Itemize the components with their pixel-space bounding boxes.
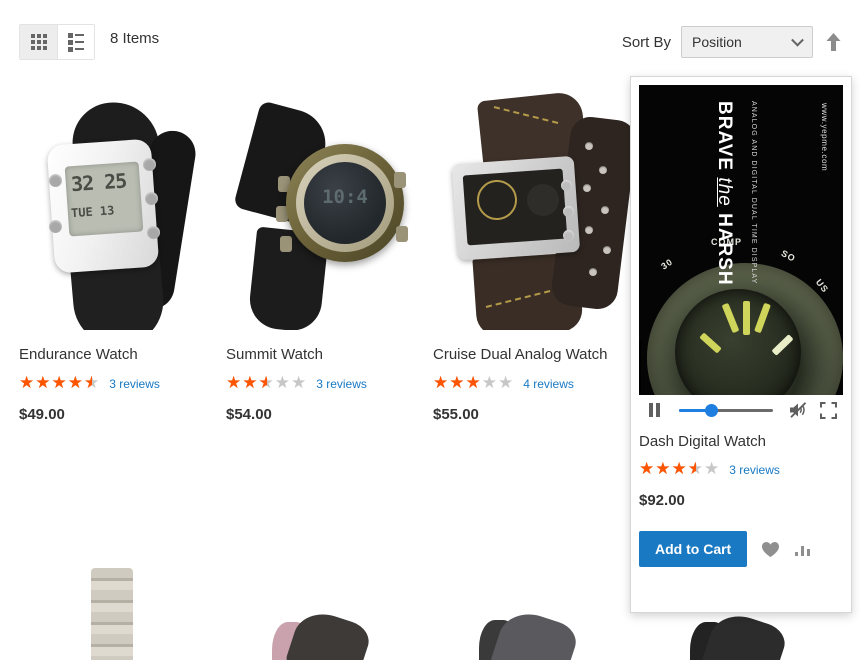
gray-band-art-2	[489, 605, 581, 660]
video-poster: 30 COMP SO US BRAVE the HARSH ANALOG AND…	[639, 85, 843, 395]
sort-direction-button[interactable]	[823, 30, 843, 54]
product-hover-popup: 30 COMP SO US BRAVE the HARSH ANALOG AND…	[630, 76, 852, 613]
chevron-down-icon	[791, 33, 804, 47]
product-name[interactable]: Endurance Watch	[19, 346, 222, 364]
product-image[interactable]	[226, 540, 429, 660]
summit-watch-art: 10:4	[226, 80, 429, 330]
product-name[interactable]: Dash Digital Watch	[639, 433, 843, 450]
endurance-watch-art: 32 25 TUE 13	[19, 80, 222, 330]
add-to-compare-button[interactable]	[794, 541, 812, 557]
product-price: $49.00	[19, 406, 65, 423]
popup-product-details: Dash Digital Watch ★★★★★ ★★★★★ 3 reviews…	[639, 433, 843, 567]
pause-icon	[648, 403, 660, 417]
star-rating: ★★★★★ ★★★★★	[19, 373, 101, 393]
product-name[interactable]: Cruise Dual Analog Watch	[433, 346, 636, 364]
product-listing-page: 8 Items Sort By Position 32 25 TUE 13 En…	[0, 0, 861, 660]
cruise-watch-art	[433, 80, 636, 330]
product-video[interactable]: 30 COMP SO US BRAVE the HARSH ANALOG AND…	[639, 85, 843, 395]
compare-bars-icon	[795, 546, 811, 556]
product-item[interactable]: 10:4 Summit Watch ★★★★★ ★★★★★ 3 reviews …	[226, 80, 429, 423]
fullscreen-icon	[819, 401, 837, 419]
product-item[interactable]	[19, 540, 222, 660]
product-rating: ★★★★★ ★★★★★ 3 reviews	[639, 461, 843, 478]
product-image[interactable]: 10:4	[226, 80, 429, 330]
sort-by-select[interactable]: Position	[681, 26, 813, 58]
heart-icon	[762, 541, 780, 557]
product-rating: ★★★★★ ★★★★★ 3 reviews	[19, 375, 222, 392]
grid-view-icon	[30, 34, 47, 50]
product-image[interactable]	[433, 80, 636, 330]
video-brand-logo: YEPME	[639, 341, 641, 391]
view-mode-switcher	[19, 24, 95, 60]
arrow-up-icon	[826, 33, 840, 51]
star-rating: ★★★★★ ★★★★★	[226, 373, 308, 393]
product-rating: ★★★★★ ★★★★★ 4 reviews	[433, 375, 636, 392]
product-item[interactable]: 32 25 TUE 13 Endurance Watch ★★★★★ ★★★★★…	[19, 80, 222, 423]
video-subtitle: ANALOG AND DIGITAL DUAL TIME DISPLAY	[750, 101, 757, 285]
items-count: 8 Items	[110, 30, 160, 47]
product-name[interactable]: Summit Watch	[226, 346, 429, 364]
volume-muted-icon	[790, 402, 807, 418]
product-price: $55.00	[433, 406, 479, 423]
video-mute-button[interactable]	[783, 395, 813, 425]
list-view-icon	[68, 32, 84, 52]
sort-by-value: Position	[692, 34, 742, 50]
product-image[interactable]: 32 25 TUE 13	[19, 80, 222, 330]
video-controls	[639, 395, 843, 425]
list-view-button[interactable]	[57, 25, 94, 59]
product-rating: ★★★★★ ★★★★★ 3 reviews	[226, 375, 429, 392]
product-item[interactable]	[226, 540, 429, 660]
reviews-link[interactable]: 3 reviews	[729, 463, 780, 477]
sort-by-label: Sort By	[621, 33, 671, 51]
slider-handle[interactable]	[705, 403, 719, 417]
product-image[interactable]	[19, 540, 222, 660]
video-fullscreen-button[interactable]	[813, 395, 843, 425]
watch-lcd-time: 10:4	[322, 186, 368, 208]
add-to-cart-button[interactable]: Add to Cart	[639, 531, 748, 567]
black-band-art-4	[700, 608, 790, 660]
grid-view-button[interactable]	[20, 25, 57, 59]
product-price: $54.00	[226, 406, 272, 423]
video-headline: BRAVE the HARSH	[714, 101, 735, 286]
video-progress-slider[interactable]	[673, 395, 779, 425]
black-band-art	[284, 606, 374, 660]
reviews-link[interactable]: 3 reviews	[109, 377, 160, 391]
video-url: www.yepme.com	[820, 103, 829, 172]
product-actions: Add to Cart	[639, 531, 843, 567]
reviews-link[interactable]: 4 reviews	[523, 377, 574, 391]
product-item[interactable]	[433, 540, 636, 660]
sort-controls: Sort By Position	[622, 26, 843, 58]
metal-band-watch-art	[91, 568, 133, 660]
reviews-link[interactable]: 3 reviews	[316, 377, 367, 391]
video-play-pause-button[interactable]	[639, 395, 669, 425]
add-to-wishlist-button[interactable]	[761, 541, 780, 558]
product-image[interactable]	[433, 540, 636, 660]
product-price: $92.00	[639, 492, 685, 509]
star-rating: ★★★★★ ★★★★★	[639, 459, 721, 479]
star-rating: ★★★★★ ★★★★★	[433, 373, 515, 393]
watch-lcd-time: 32 25	[70, 168, 128, 197]
product-item[interactable]: Cruise Dual Analog Watch ★★★★★ ★★★★★ 4 r…	[433, 80, 636, 423]
products-toolbar: 8 Items Sort By Position	[0, 0, 861, 80]
